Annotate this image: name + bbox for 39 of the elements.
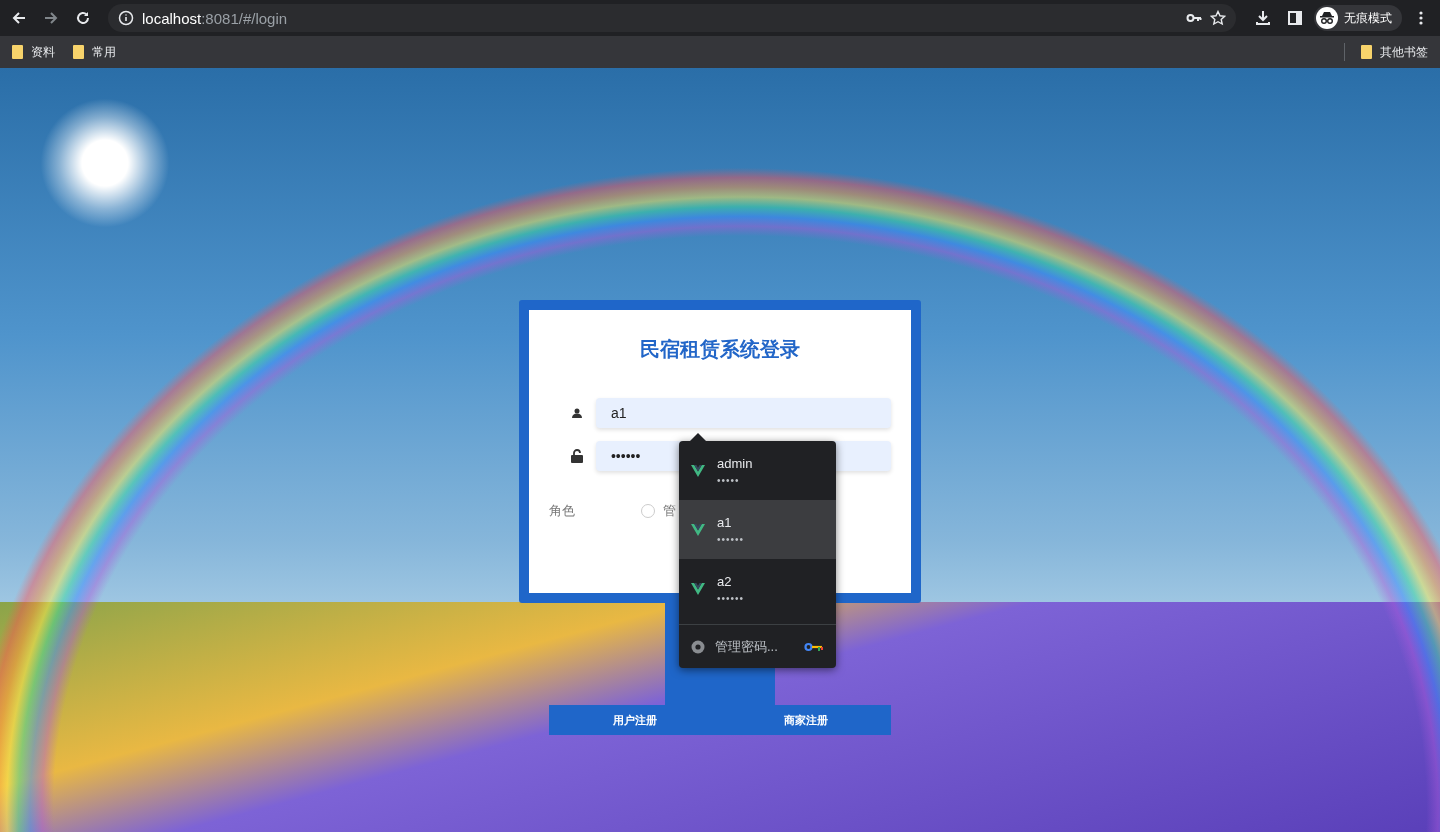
saved-password-dots: ••••••: [717, 592, 744, 604]
unlocked-padlock-icon: [571, 449, 584, 463]
url-text: localhost:8081/#/login: [142, 9, 289, 27]
saved-login-item[interactable]: admin •••••: [679, 441, 836, 500]
browser-logo-icon: [691, 639, 705, 654]
user-icon: [572, 408, 583, 418]
info-icon: [118, 10, 134, 26]
username-field[interactable]: a1: [595, 398, 891, 428]
menu-dots-icon: [1418, 10, 1424, 26]
reload-icon: [75, 10, 91, 26]
bookmark-folder[interactable]: 资料: [10, 41, 57, 63]
folder-icon: [1361, 45, 1372, 59]
key-icon: [804, 641, 824, 652]
folder-icon: [12, 45, 23, 59]
bookmark-folder[interactable]: 其他书签: [1359, 41, 1430, 63]
v-logo-icon: [691, 581, 705, 596]
forward-arrow-icon: [43, 10, 59, 26]
v-logo-icon: [691, 522, 705, 537]
download-icon: [1255, 10, 1271, 26]
saved-login-item[interactable]: a1 ••••••: [679, 500, 836, 559]
star-icon: [1210, 10, 1226, 26]
back-arrow-icon: [11, 10, 27, 26]
folder-icon: [73, 45, 84, 59]
role-label: 角色: [549, 502, 576, 520]
address-bar[interactable]: localhost:8081/#/login: [108, 4, 1236, 32]
saved-username: a2: [717, 573, 732, 589]
saved-login-item[interactable]: a2 ••••••: [679, 559, 836, 618]
side-panel-icon: [1287, 10, 1303, 26]
saved-username: admin: [717, 455, 753, 471]
login-title: 民宿租赁系统登录: [640, 337, 800, 362]
v-logo-icon: [691, 463, 705, 478]
manage-passwords-item[interactable]: 管理密码...: [679, 625, 836, 668]
saved-password-dots: ••••••: [717, 533, 744, 545]
saved-username: a1: [717, 514, 732, 530]
profile-label: 无痕模式: [1344, 9, 1392, 27]
role-radio[interactable]: 管: [641, 502, 676, 520]
saved-password-dots: •••••: [717, 474, 741, 486]
profile-chip[interactable]: 无痕模式: [1314, 5, 1402, 31]
bookmark-folder[interactable]: 常用: [71, 41, 118, 63]
